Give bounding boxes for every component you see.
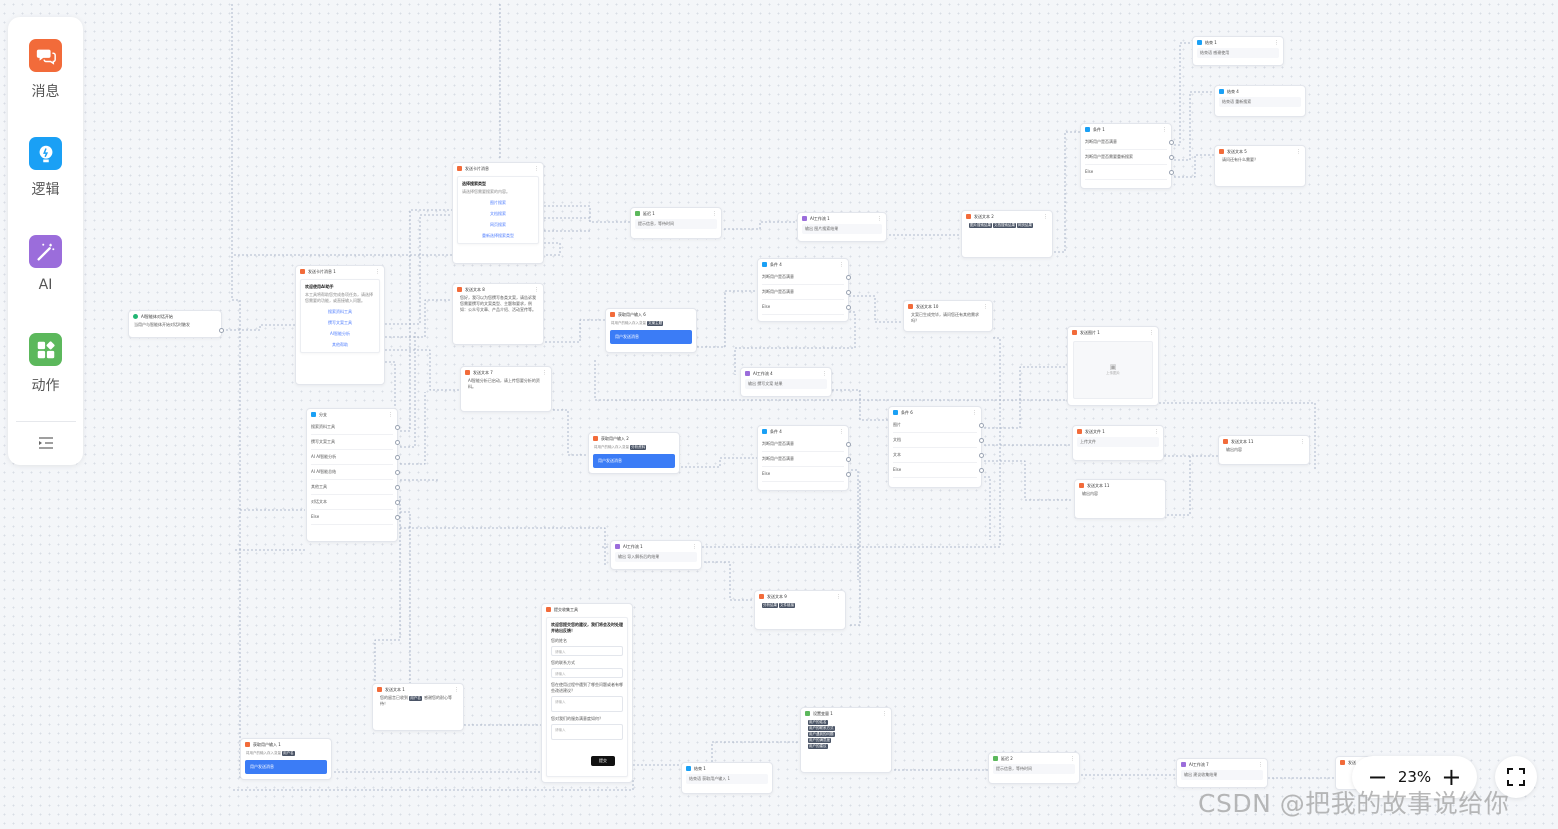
palette-label: 消息 (31, 84, 60, 100)
image-icon: ▣ (1109, 363, 1117, 371)
message-icon (300, 269, 305, 274)
check-circle-icon (133, 314, 138, 319)
wire (396, 209, 456, 432)
condition-node-5[interactable]: 条件 4 ⋮ 判断用户是否满意 判断用户是否满意 Else (757, 425, 851, 491)
wire (545, 409, 590, 456)
user-input-node-2[interactable]: 获取用户输入 2 将用户的输入存入变量 分析资料 用户发送消息 (588, 432, 680, 474)
condition-node[interactable]: 分支 ⋮ 搜索资料工具 撰写文案工具 AI AI智能分析 AI AI智能总结 其他… (306, 408, 400, 542)
send-text-node-5[interactable]: 发送文本 5 ⋮ 请问还有什么需要？ (1214, 145, 1306, 187)
feedback-input[interactable]: 请输入 (551, 696, 623, 712)
watermark: CSDN @把我的故事说给你 (1198, 789, 1510, 818)
wire (700, 561, 755, 601)
card-message-node[interactable]: 发送卡片消息 1 ⋮ 欢迎使用AI助手 本工具将帮助您完成各项任务，请选择您需要的… (295, 265, 385, 385)
wire (980, 476, 991, 540)
send-text-node-2[interactable]: 发送文本 2 ⋮ 图片搜索结果 文档搜索结果 网页结果 (961, 210, 1053, 258)
wire (385, 299, 456, 338)
wire (677, 457, 758, 468)
action-icon (29, 333, 62, 366)
palette-item-action[interactable]: 动作 (29, 333, 62, 431)
node-palette: 消息 逻辑 AI 动作 (8, 17, 83, 465)
ai-task-node-4[interactable]: AI工作流 4 ⋮ 输出 撰写文案 结果 (740, 367, 832, 397)
palette-label: 逻辑 (31, 182, 60, 198)
user-input-button[interactable]: 用户发送消息 (610, 330, 692, 344)
contact-input[interactable]: 请输入 (551, 668, 623, 678)
palette-label: 动作 (31, 378, 60, 394)
output-port[interactable] (219, 328, 224, 333)
submit-button[interactable]: 提交 (591, 756, 615, 766)
card-message-node-2[interactable]: 发送卡片消息 ⋮ 选择搜索类型 请选择您需要搜索的内容。 图片搜索 文档搜索 网页… (452, 162, 544, 264)
wire (850, 480, 861, 626)
palette-label: AI (38, 277, 53, 293)
send-text-node-10[interactable]: 发送文本 10 ⋮ 文案已生成完毕，请问您还有其他需求吗？ (903, 300, 993, 332)
send-text-node-9[interactable]: 发送文本 9 ⋮ 分析结果 文件链接 (754, 590, 846, 630)
wire (1050, 131, 1080, 253)
wire (231, 4, 241, 780)
send-text-node-1[interactable]: 发送文本 1 ⋮ 您的留言已收到 用户名 感谢您的耐心等待！ (372, 683, 464, 731)
palette-divider (15, 421, 76, 422)
connection-lines (218, 4, 1340, 791)
magic-wand-icon (29, 235, 62, 268)
more-icon[interactable]: ⋮ (375, 269, 380, 275)
condition-node-3[interactable]: 条件 1 ⋮ 判断用户是否满意 判断用户是否需要重新搜索 Else (1080, 123, 1174, 189)
name-input[interactable]: 请输入 (551, 646, 623, 656)
wire (545, 319, 605, 343)
message-icon (29, 39, 62, 72)
send-file-node[interactable]: 发送文件 1 ⋮ 上传文件 (1072, 425, 1164, 461)
user-input-node-1[interactable]: 获取用户输入 1 将用户的输入存入变量 用户名 用户发送消息 (240, 738, 332, 780)
wire (980, 366, 1065, 429)
logic-icon (311, 412, 316, 417)
wire (1163, 456, 1191, 516)
collapse-menu-icon[interactable] (38, 436, 54, 450)
wire (396, 511, 411, 700)
wire (218, 324, 298, 331)
trigger-title: AI智能体对话开始 (141, 313, 173, 319)
user-input-node[interactable]: 获取用户输入 6 将用户的输入存入变量 文案主题 用户发送消息 (605, 308, 697, 353)
palette-item-message[interactable]: 消息 (29, 39, 62, 137)
wire (396, 392, 426, 465)
send-text-node-12[interactable]: 发送文本 11 ⋮ 输出内容 (1218, 435, 1310, 465)
send-image-node[interactable]: 发送图片 1 ⋮ ▣ 上传图片 (1067, 326, 1159, 406)
delay-node-2[interactable]: 延迟 2 ⋮ 提示信息，等待时间 (988, 752, 1080, 784)
ai-task-node-5[interactable]: AI工作流 1 ⋮ 输出 导入解析后的结果 (610, 540, 702, 570)
wire (396, 527, 606, 565)
send-text-node-7[interactable]: 发送文本 7 ⋮ AI智能分析已启动，请上传您要分析的资料。 (460, 366, 552, 412)
palette-item-logic[interactable]: 逻辑 (29, 137, 62, 235)
fullscreen-icon (1507, 768, 1525, 786)
wire (697, 290, 758, 348)
rating-input[interactable]: 请输入 (551, 724, 623, 740)
wire (540, 205, 632, 223)
wire (980, 460, 1072, 501)
wire (720, 221, 800, 230)
trigger-node[interactable]: AI智能体对话开始 当用户与智能体开始对话时触发 (128, 310, 224, 338)
logic-icon (29, 137, 62, 170)
wire (385, 349, 462, 391)
ai-task-node[interactable]: AI工作流 1 ⋮ 输出 图片搜索结果 (797, 212, 887, 242)
end-node-4[interactable]: 结束 4 结束语 重新搜索 (1214, 85, 1306, 117)
wire (828, 389, 890, 421)
send-text-node[interactable]: 发送文本 8 ⋮ 您好，我可以为您撰写各类文案，请告诉我您需要撰写的文案类型、主题… (452, 283, 544, 345)
wire (1170, 91, 1215, 161)
wire (845, 295, 905, 323)
flow-canvas[interactable]: AI智能体对话开始 当用户与智能体开始对话时触发 发送卡片消息 1 ⋮ 欢迎使用A… (0, 0, 1558, 829)
condition-node-4[interactable]: 条件 4 ⋮ 判断用户是否满意 判断用户是否满意 Else (757, 258, 851, 322)
end-node-2[interactable]: 结束 1 结束语 获取用户输入 1 (681, 762, 773, 794)
wire (385, 214, 456, 325)
condition-node-6[interactable]: 条件 6 ⋮ 图片 文档 文本 Else (888, 406, 984, 488)
palette-item-ai[interactable]: AI (29, 235, 62, 333)
form-node[interactable]: 提交收集工具 欢迎您提交您的建议，我们将会及时处理并给出反馈！ 您的姓名 请输入 … (541, 603, 633, 783)
wire (1170, 154, 1215, 178)
send-text-node-11[interactable]: 发送文本 11 输出内容 (1074, 479, 1166, 519)
set-variable-node[interactable]: 设置变量 1 ⋮ 用户的姓名 用户的联系方式 用户遇到的问题 用户的满意度 用户的建议 (800, 707, 892, 773)
end-node-1[interactable]: 结束 1 ⋮ 结束语 感谢使用 (1192, 36, 1284, 66)
delay-node[interactable]: 延迟 1 ⋮ 提示信息，等待时间 (630, 207, 722, 239)
